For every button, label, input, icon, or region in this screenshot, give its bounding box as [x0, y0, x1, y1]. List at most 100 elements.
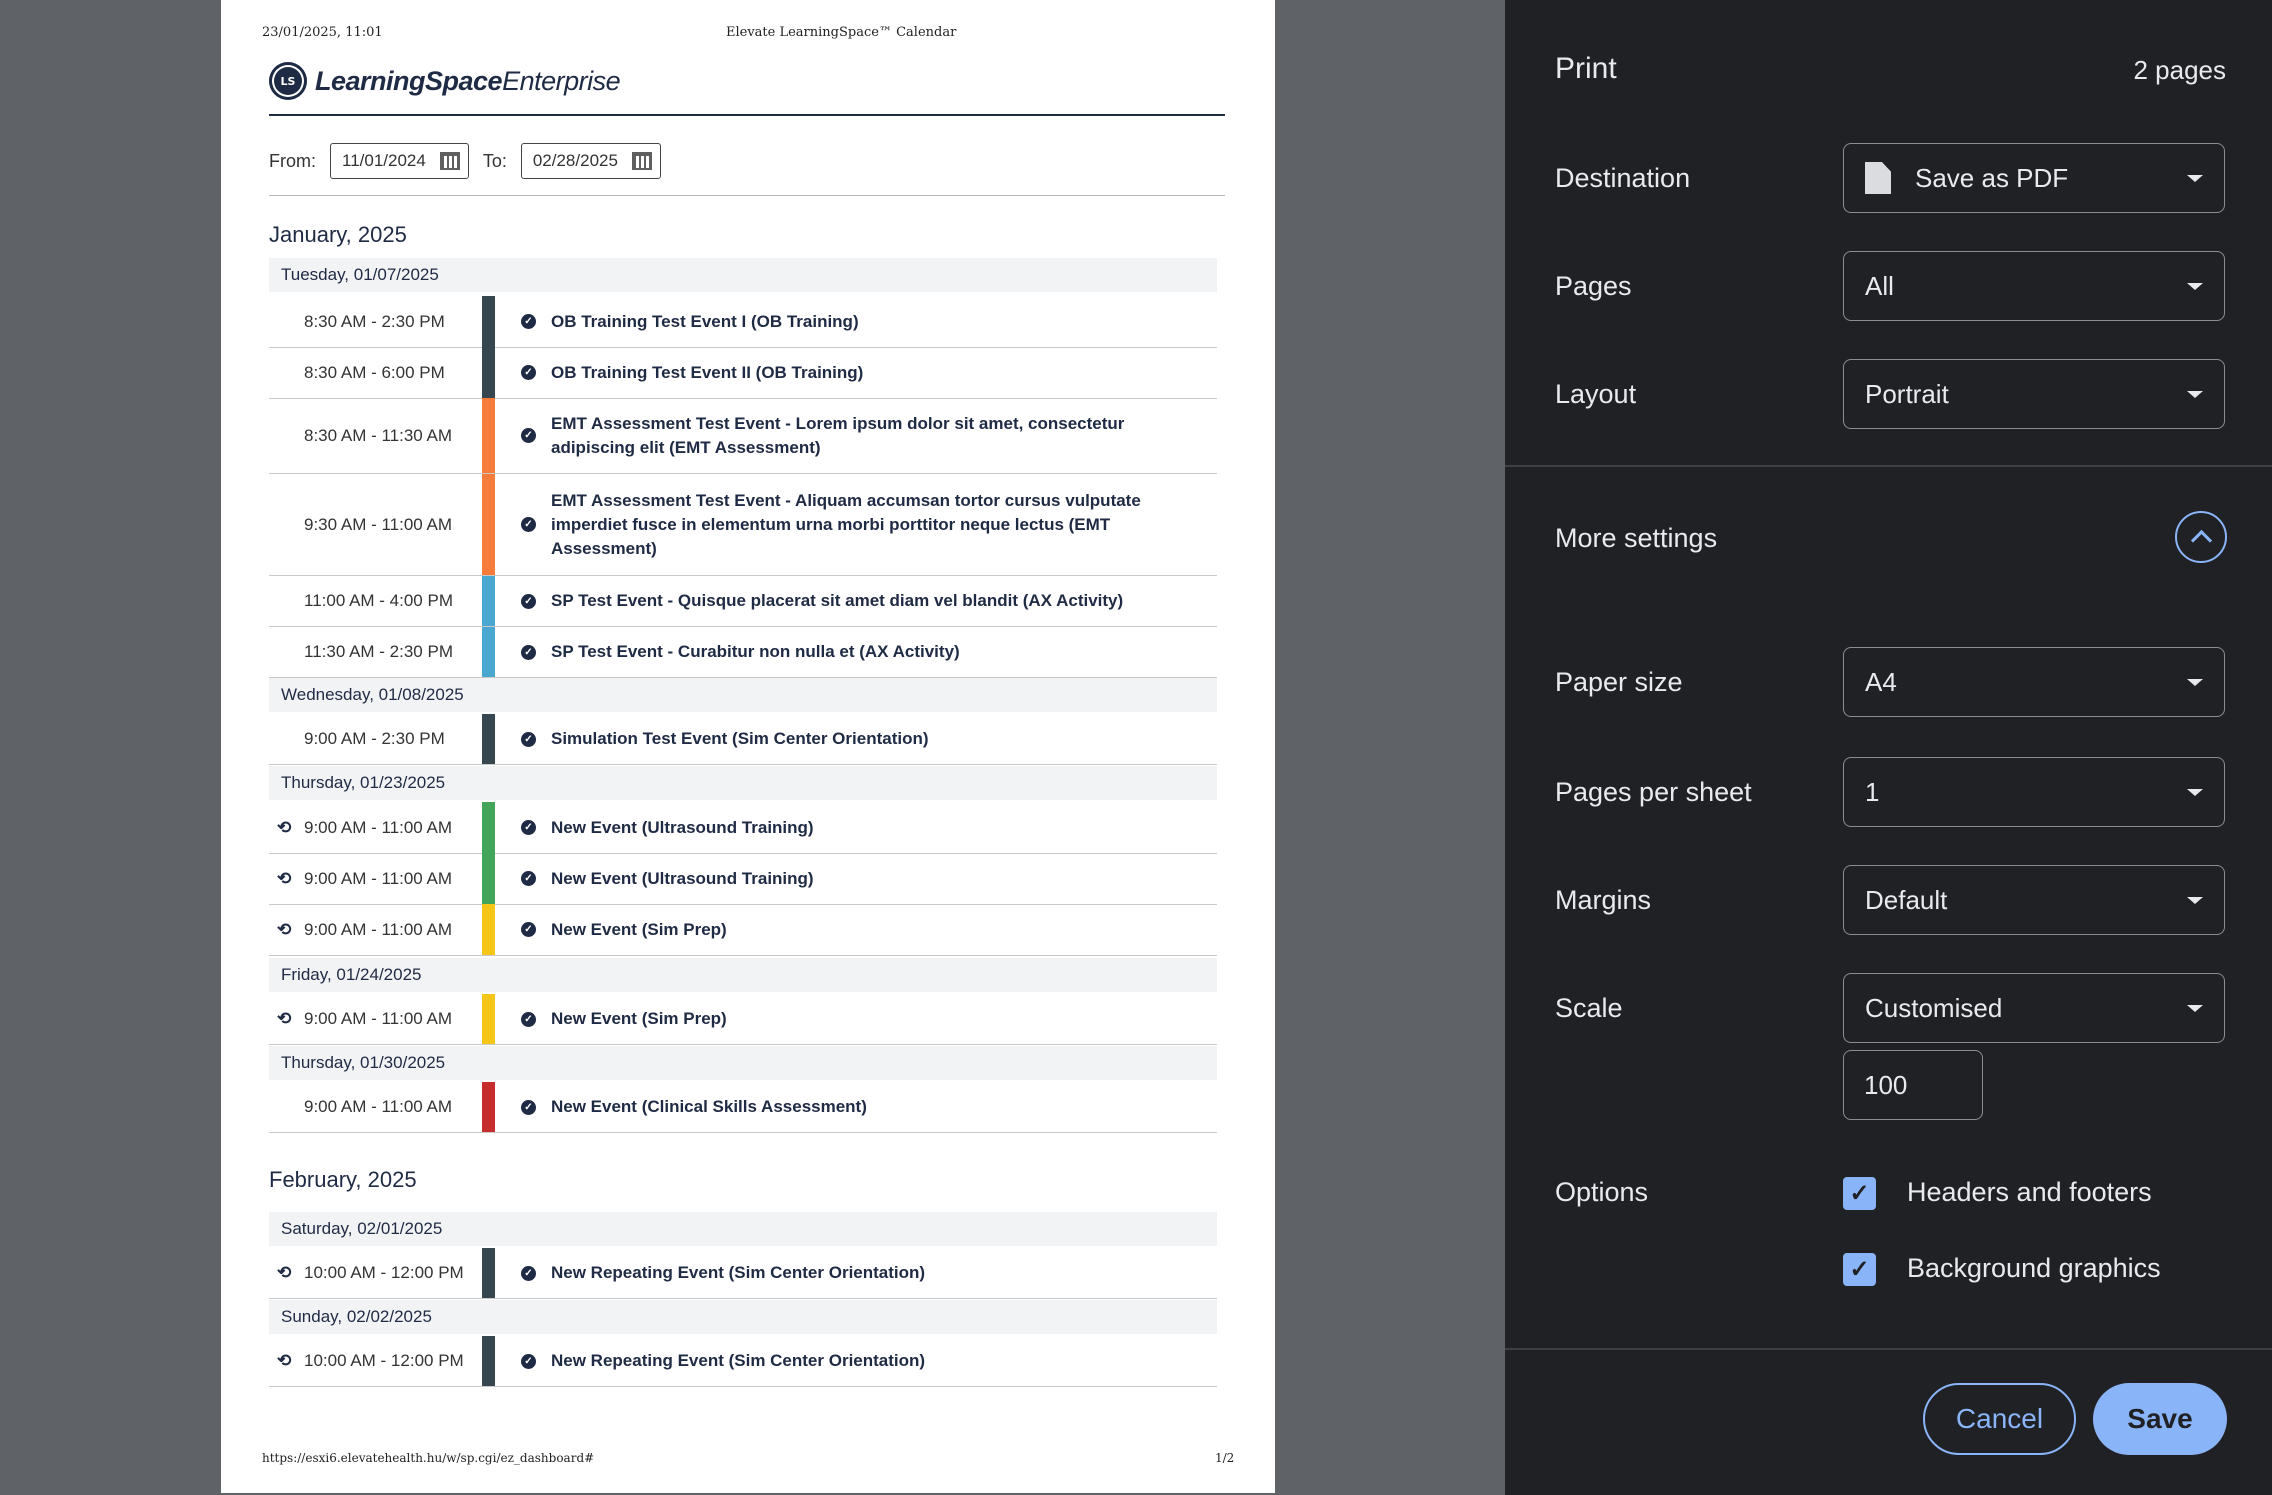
checkmark-icon: ✓ — [1849, 1256, 1870, 1283]
event-color-bar — [482, 347, 495, 398]
event-row[interactable]: ⟲ 9:00 AM - 11:00 AM ✓ New Event (Sim Prep) — [269, 994, 1217, 1045]
check-circle-icon: ✓ — [521, 576, 536, 626]
scale-select[interactable]: Customised — [1843, 973, 2225, 1043]
chevron-up-icon — [2190, 529, 2212, 551]
event-row[interactable]: ⟲ 10:00 AM - 12:00 PM ✓ New Repeating Event… — [269, 1248, 1217, 1299]
event-row[interactable]: 8:30 AM - 2:30 PM ✓ OB Training Test Event… — [269, 296, 1217, 348]
event-color-bar — [482, 474, 495, 575]
event-row[interactable]: 9:00 AM - 2:30 PM ✓ Simulation Test Event … — [269, 714, 1217, 765]
chevron-down-icon — [2187, 897, 2203, 904]
date-range-filter: From: 11/01/2024 To: 02/28/2025 — [269, 143, 675, 179]
day-heading: Sunday, 02/02/2025 — [269, 1300, 1217, 1334]
check-circle-icon: ✓ — [521, 296, 536, 347]
event-row[interactable]: 11:00 AM - 4:00 PM ✓ SP Test Event - Quisq… — [269, 576, 1217, 627]
scale-value: Customised — [1865, 992, 2003, 1023]
check-circle-icon: ✓ — [521, 627, 536, 677]
cancel-button[interactable]: Cancel — [1923, 1383, 2076, 1455]
to-date-field[interactable]: 02/28/2025 — [520, 143, 661, 179]
destination-select[interactable]: Save as PDF — [1843, 143, 2225, 213]
background-graphics-label[interactable]: Background graphics — [1907, 1253, 2161, 1284]
event-row[interactable]: 9:00 AM - 11:00 AM ✓ New Event (Clinical S… — [269, 1082, 1217, 1133]
checkmark-icon: ✓ — [1849, 1180, 1870, 1207]
event-title[interactable]: New Event (Ultrasound Training) — [551, 853, 1177, 904]
check-circle-icon: ✓ — [521, 802, 536, 853]
pages-select[interactable]: All — [1843, 251, 2225, 321]
event-row[interactable]: 8:30 AM - 11:30 AM ✓ EMT Assessment Test E… — [269, 398, 1217, 474]
pages-per-sheet-label: Pages per sheet — [1555, 777, 1752, 807]
event-time: 10:00 AM - 12:00 PM — [304, 1351, 464, 1370]
check-circle-icon: ✓ — [521, 994, 536, 1044]
from-label: From: — [269, 150, 316, 171]
repeat-icon: ⟲ — [277, 919, 292, 939]
event-row[interactable]: ⟲ 9:00 AM - 11:00 AM ✓ New Event (Ultrasoun… — [269, 853, 1217, 905]
event-title[interactable]: New Repeating Event (Sim Center Orientat… — [551, 1248, 1177, 1298]
headers-footers-label[interactable]: Headers and footers — [1907, 1177, 2152, 1208]
month-heading: February, 2025 — [269, 1167, 417, 1192]
event-title[interactable]: New Repeating Event (Sim Center Orientat… — [551, 1336, 1177, 1386]
pages-per-sheet-select[interactable]: 1 — [1843, 757, 2225, 827]
event-color-bar — [482, 1248, 495, 1298]
check-circle-icon: ✓ — [521, 1248, 536, 1298]
event-row[interactable]: 8:30 AM - 6:00 PM ✓ OB Training Test Event… — [269, 347, 1217, 399]
print-settings-panel: Print 2 pages Destination Save as PDF Pa… — [1505, 0, 2272, 1495]
print-title: Print — [1555, 52, 1617, 85]
event-title[interactable]: New Event (Sim Prep) — [551, 904, 1177, 955]
event-title[interactable]: SP Test Event - Curabitur non nulla et (… — [551, 627, 1177, 677]
to-label: To: — [482, 150, 507, 171]
event-color-bar — [482, 576, 495, 626]
document-icon — [1865, 162, 1891, 194]
page-footer-url: https://esxi6.elevatehealth.hu/w/sp.cgi/… — [262, 1451, 595, 1465]
day-heading: Tuesday, 01/07/2025 — [269, 258, 1217, 292]
panel-divider — [1505, 1348, 2272, 1350]
event-title[interactable]: EMT Assessment Test Event - Lorem ipsum … — [551, 398, 1177, 473]
event-title[interactable]: EMT Assessment Test Event - Aliquam accu… — [551, 474, 1177, 575]
scale-percent-input[interactable]: 100 — [1843, 1050, 1983, 1120]
event-row[interactable]: ⟲ 9:00 AM - 11:00 AM ✓ New Event (Sim Prep) — [269, 904, 1217, 956]
chevron-down-icon — [2187, 391, 2203, 398]
event-time: 8:30 AM - 6:00 PM — [304, 362, 445, 382]
calendar-icon[interactable] — [439, 152, 460, 170]
to-date-value: 02/28/2025 — [532, 151, 618, 170]
event-time: 9:00 AM - 11:00 AM — [304, 919, 453, 939]
event-row[interactable]: ⟲ 10:00 AM - 12:00 PM ✓ New Repeating Event… — [269, 1336, 1217, 1387]
day-heading: Thursday, 01/23/2025 — [269, 766, 1217, 800]
event-time: 8:30 AM - 11:30 AM — [304, 425, 453, 445]
layout-select[interactable]: Portrait — [1843, 359, 2225, 429]
margins-value: Default — [1865, 884, 1948, 915]
event-color-bar — [482, 1336, 495, 1386]
event-title[interactable]: New Event (Clinical Skills Assessment) — [551, 1082, 1177, 1132]
event-time: 9:30 AM - 11:00 AM — [304, 514, 453, 534]
event-time: 9:00 AM - 11:00 AM — [304, 1009, 453, 1028]
event-title[interactable]: New Event (Sim Prep) — [551, 994, 1177, 1044]
panel-divider — [1505, 465, 2272, 467]
calendar-icon[interactable] — [631, 152, 652, 170]
day-heading: Saturday, 02/01/2025 — [269, 1212, 1217, 1246]
more-settings-label[interactable]: More settings — [1555, 523, 1717, 554]
destination-value: Save as PDF — [1915, 162, 2069, 193]
margins-label: Margins — [1555, 885, 1652, 915]
event-row[interactable]: 9:30 AM - 11:00 AM ✓ EMT Assessment Test E… — [269, 474, 1217, 576]
repeat-icon: ⟲ — [277, 868, 292, 888]
event-title[interactable]: Simulation Test Event (Sim Center Orient… — [551, 714, 1177, 764]
headers-footers-checkbox[interactable]: ✓ — [1843, 1177, 1876, 1210]
event-time: 9:00 AM - 11:00 AM — [304, 817, 453, 837]
paper-size-select[interactable]: A4 — [1843, 647, 2225, 717]
page-header-title: Elevate LearningSpace™ Calendar — [726, 25, 957, 40]
event-row[interactable]: 11:30 AM - 2:30 PM ✓ SP Test Event - Curab… — [269, 627, 1217, 678]
event-row[interactable]: ⟲ 9:00 AM - 11:00 AM ✓ New Event (Ultrasoun… — [269, 802, 1217, 854]
margins-select[interactable]: Default — [1843, 865, 2225, 935]
chevron-down-icon — [2187, 283, 2203, 290]
event-title[interactable]: New Event (Ultrasound Training) — [551, 802, 1177, 853]
event-time: 9:00 AM - 2:30 PM — [304, 729, 445, 748]
logo-divider — [269, 114, 1225, 116]
event-title[interactable]: OB Training Test Event I (OB Training) — [551, 296, 1177, 347]
event-title[interactable]: OB Training Test Event II (OB Training) — [551, 347, 1177, 398]
event-title[interactable]: SP Test Event - Quisque placerat sit ame… — [551, 576, 1177, 626]
event-time: 9:00 AM - 11:00 AM — [304, 868, 453, 888]
background-graphics-checkbox[interactable]: ✓ — [1843, 1253, 1876, 1286]
from-date-field[interactable]: 11/01/2024 — [330, 143, 469, 179]
event-time: 10:00 AM - 12:00 PM — [304, 1263, 464, 1282]
save-button[interactable]: Save — [2093, 1383, 2227, 1455]
collapse-more-settings-button[interactable] — [2175, 511, 2227, 563]
options-label: Options — [1555, 1177, 1649, 1207]
